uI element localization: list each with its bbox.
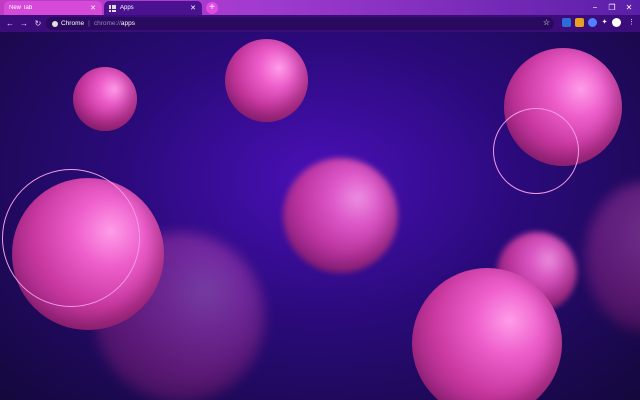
url-prefix: chrome:// bbox=[93, 20, 121, 27]
menu-icon[interactable]: ⋮ bbox=[627, 18, 636, 27]
close-icon[interactable]: ✕ bbox=[189, 4, 197, 12]
close-icon[interactable]: ✕ bbox=[89, 4, 97, 12]
bookmark-star-icon[interactable]: ☆ bbox=[543, 18, 550, 27]
tab-apps[interactable]: Apps ✕ bbox=[104, 1, 202, 15]
address-bar[interactable]: Chrome | chrome:// apps ☆ bbox=[46, 17, 554, 30]
site-info-icon[interactable] bbox=[52, 20, 58, 27]
back-icon[interactable]: ← bbox=[3, 19, 17, 28]
extension-icon[interactable] bbox=[575, 18, 584, 27]
extension-icon[interactable] bbox=[562, 18, 571, 27]
bubble bbox=[225, 39, 308, 122]
extension-icon[interactable] bbox=[588, 18, 597, 27]
bubble-ring bbox=[493, 108, 579, 194]
forward-icon[interactable]: → bbox=[17, 19, 31, 28]
restore-icon[interactable]: ❐ bbox=[605, 0, 619, 15]
minimize-icon[interactable]: − bbox=[588, 0, 602, 15]
tab-label: Apps bbox=[120, 5, 134, 11]
apps-grid-icon bbox=[109, 4, 116, 12]
scheme-label: Chrome bbox=[61, 20, 85, 27]
tab-strip: New Tab ✕ Apps ✕ + − ❐ ✕ bbox=[0, 0, 640, 15]
bubble bbox=[585, 182, 640, 332]
profile-avatar[interactable] bbox=[612, 18, 621, 27]
bubble-ring bbox=[2, 169, 140, 307]
url-host: apps bbox=[120, 20, 136, 27]
new-tab-button[interactable]: + bbox=[206, 2, 218, 14]
tab-new-tab[interactable]: New Tab ✕ bbox=[4, 1, 102, 15]
theme-background bbox=[0, 32, 640, 400]
bubble bbox=[283, 158, 398, 273]
reload-icon[interactable]: ↻ bbox=[31, 19, 45, 28]
window-close-icon[interactable]: ✕ bbox=[622, 0, 636, 15]
puzzle-icon[interactable]: ✦ bbox=[600, 18, 609, 27]
tab-label: New Tab bbox=[9, 5, 33, 11]
bubble bbox=[73, 67, 137, 131]
separator: | bbox=[88, 20, 90, 27]
